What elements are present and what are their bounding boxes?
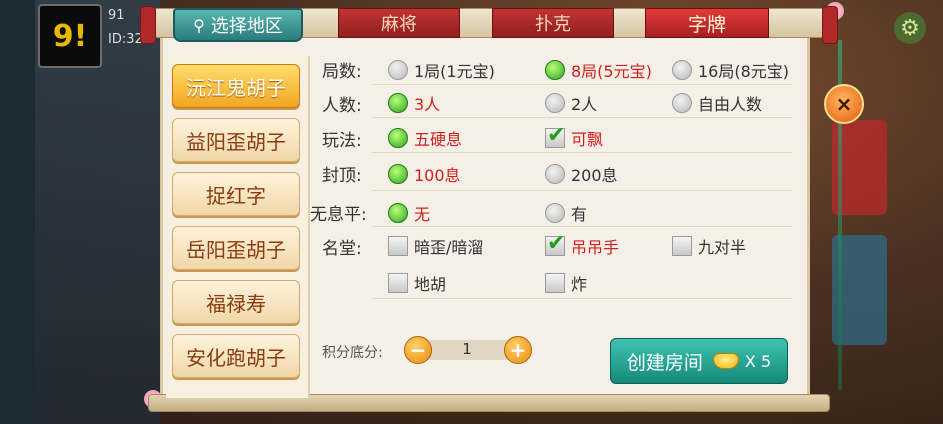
checkbox-play-kepiao[interactable]: 可飘: [545, 123, 603, 150]
option-play-wuyingxi[interactable]: 五硬息: [388, 126, 462, 150]
variant-list: 沅江鬼胡子 益阳歪胡子 捉红字 岳阳歪胡子 福禄寿 安化跑胡子: [166, 56, 310, 398]
divider: [372, 190, 792, 191]
label-rounds: 局数:: [322, 62, 362, 82]
label-mingtang: 名堂:: [322, 239, 362, 259]
player-name-partial: 91: [108, 8, 125, 23]
score-minus-button[interactable]: −: [404, 336, 432, 364]
score-value: 1: [462, 340, 472, 358]
radio-icon: [545, 203, 565, 223]
variant-item-yueyang[interactable]: 岳阳歪胡子: [172, 226, 300, 270]
radio-icon: [672, 60, 692, 80]
checkbox-icon: [545, 273, 565, 293]
gear-icon: ⚙: [894, 12, 926, 44]
radio-rounds-16[interactable]: 16局(8元宝): [672, 58, 789, 82]
close-button[interactable]: ×: [824, 84, 864, 124]
divider: [372, 298, 792, 299]
gold-ingot-icon: [712, 353, 739, 369]
radio-icon: [388, 128, 408, 148]
divider: [372, 226, 792, 227]
checkbox-jiuduiban[interactable]: 九对半: [672, 234, 746, 258]
label-cap: 封顶:: [322, 166, 362, 186]
label-players: 人数:: [322, 96, 362, 116]
location-pin-icon: ⚲: [193, 15, 205, 35]
radio-cap-200[interactable]: 200息: [545, 162, 618, 186]
checkbox-dihu[interactable]: 地胡: [388, 271, 446, 295]
radio-rounds-8[interactable]: 8局(5元宝): [545, 58, 652, 82]
radio-players-2[interactable]: 2人: [545, 91, 597, 115]
radio-noxi-yes[interactable]: 有: [545, 201, 587, 225]
radio-noxi-none[interactable]: 无: [388, 201, 430, 225]
checkbox-icon: [545, 231, 565, 256]
radio-icon: [545, 60, 565, 80]
divider: [372, 117, 792, 118]
checkbox-zha[interactable]: 炸: [545, 271, 587, 295]
radio-icon: [545, 93, 565, 113]
variant-item-yuanjiang[interactable]: 沅江鬼胡子: [172, 64, 300, 108]
checkbox-icon: [545, 123, 565, 148]
player-id-partial: ID:32: [108, 32, 143, 47]
divider: [372, 84, 792, 85]
radio-icon: [545, 164, 565, 184]
cost-multiplier: X 5: [744, 351, 772, 371]
label-play: 玩法:: [322, 131, 362, 151]
radio-icon: [672, 93, 692, 113]
radio-players-free[interactable]: 自由人数: [672, 91, 762, 115]
variant-item-zhuohongzi[interactable]: 捉红字: [172, 172, 300, 216]
radio-icon: [388, 203, 408, 223]
scroll-knob-right: [822, 6, 838, 44]
checkbox-icon: [672, 236, 692, 256]
left-edge-strip: [0, 0, 35, 424]
tab-zipai[interactable]: 字牌: [645, 8, 769, 38]
variant-item-yiyang[interactable]: 益阳歪胡子: [172, 118, 300, 162]
radio-rounds-1[interactable]: 1局(1元宝): [388, 58, 495, 82]
tab-mahjong[interactable]: 麻将: [338, 8, 460, 38]
tab-poker[interactable]: 扑克: [492, 8, 614, 38]
tab-select-region[interactable]: ⚲ 选择地区: [173, 8, 303, 42]
tab-region-label: 选择地区: [210, 16, 283, 37]
radio-cap-100[interactable]: 100息: [388, 162, 461, 186]
label-no-xi: 无息平:: [310, 205, 367, 225]
radio-icon: [388, 164, 408, 184]
create-room-button[interactable]: 创建房间 X 5: [610, 338, 788, 384]
radio-icon: [388, 60, 408, 80]
create-room-label: 创建房间: [626, 351, 703, 374]
score-plus-button[interactable]: +: [504, 336, 532, 364]
divider: [372, 152, 792, 153]
checkbox-diaodiaoshou[interactable]: 吊吊手: [545, 231, 619, 258]
variant-item-anhua[interactable]: 安化跑胡子: [172, 334, 300, 378]
label-base-score: 积分底分:: [322, 345, 383, 361]
radio-players-3[interactable]: 3人: [388, 91, 440, 115]
player-avatar: 9!: [38, 4, 102, 68]
radio-icon: [388, 93, 408, 113]
checkbox-icon: [388, 273, 408, 293]
checkbox-angwai[interactable]: 暗歪/暗溜: [388, 234, 483, 258]
scroll-knob-left: [140, 6, 156, 44]
variant-item-fulushou[interactable]: 福禄寿: [172, 280, 300, 324]
checkbox-icon: [388, 236, 408, 256]
